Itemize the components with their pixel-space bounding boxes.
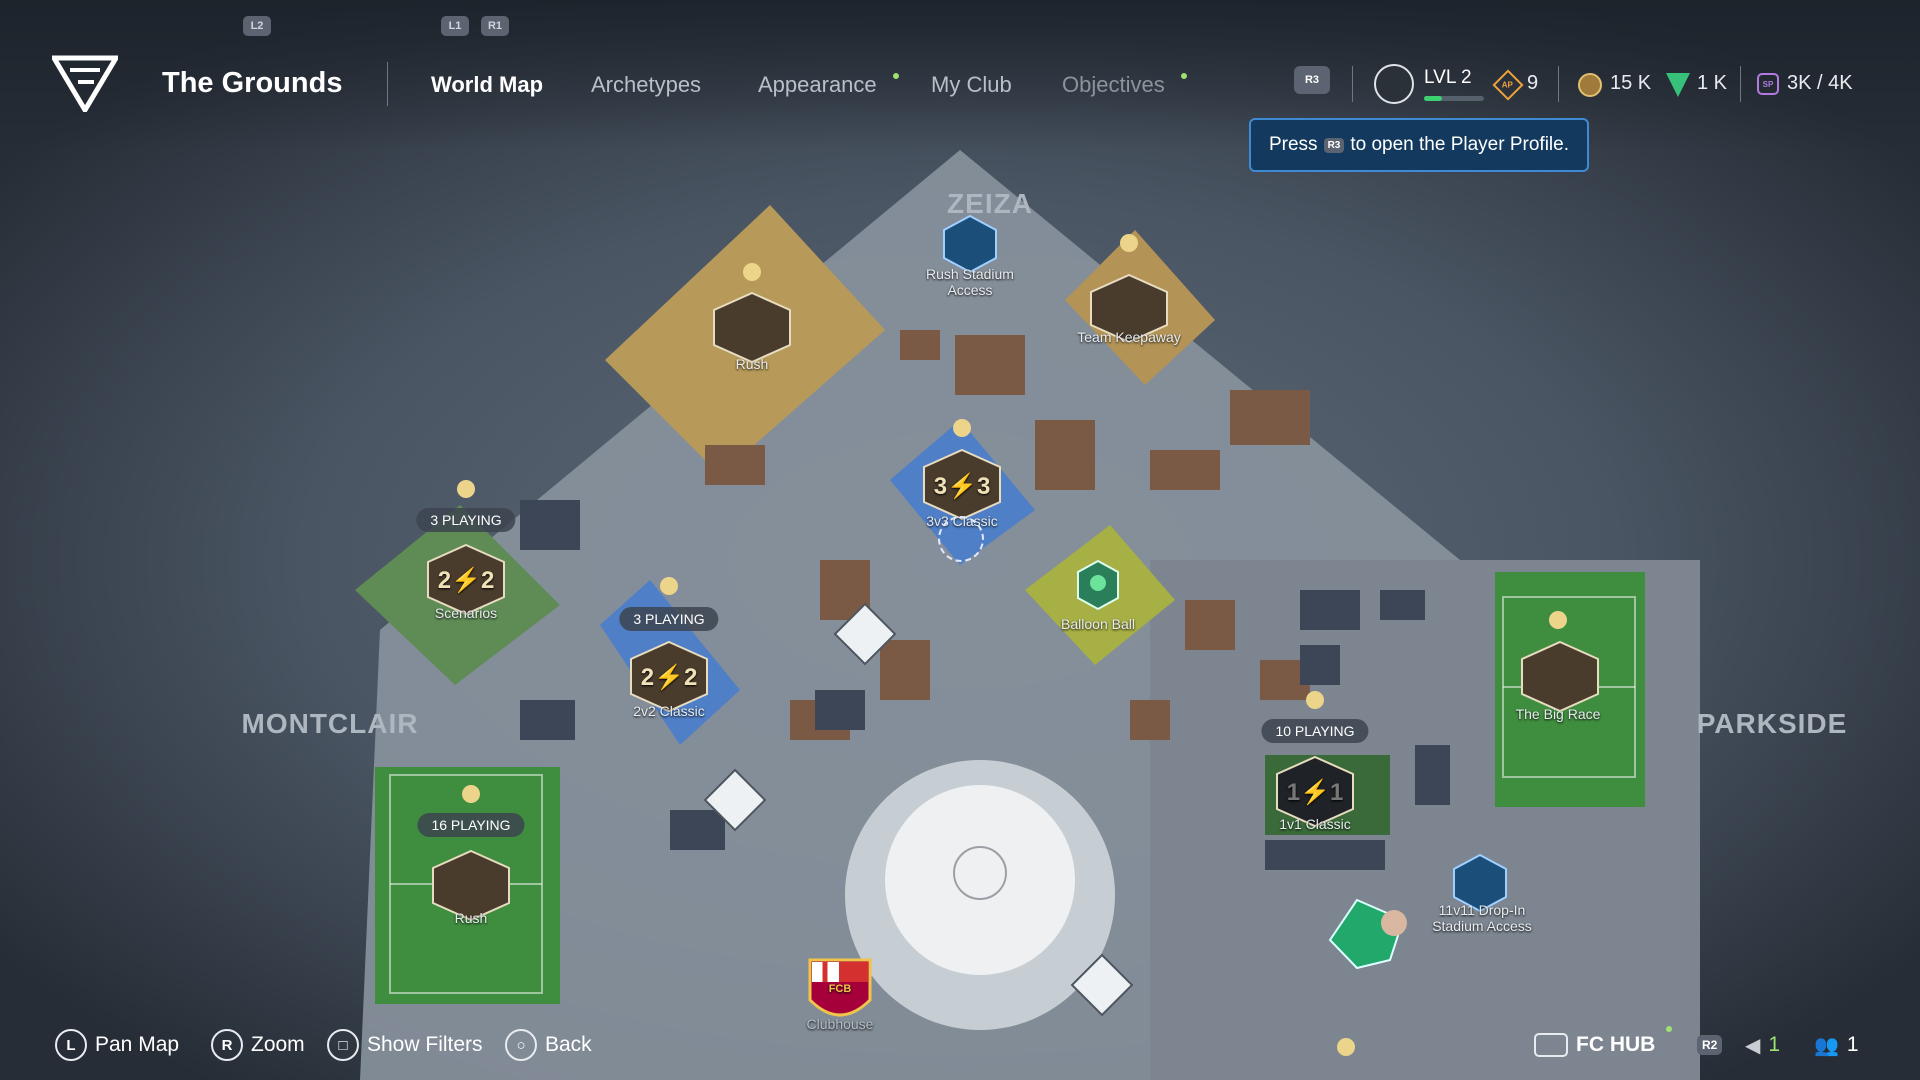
player-level-icon[interactable] (1374, 64, 1414, 104)
clubhouse-crest-text: FCB (828, 983, 852, 995)
tooltip-r3-glyph: R3 (1323, 137, 1345, 153)
pin-scenarios-label: Scenarios (434, 605, 498, 621)
pin-team-keepaway-label: Team Keepaway (1077, 329, 1181, 345)
tab-objectives[interactable]: Objectives (1062, 72, 1165, 98)
one-v-one-playing-count: 10 PLAYING (1261, 719, 1369, 743)
r3-profile-button[interactable]: R3 (1294, 66, 1330, 94)
zoom-label: Zoom (251, 1033, 305, 1056)
back-hint[interactable]: ○ Back (505, 1027, 592, 1063)
pin-team-keepaway[interactable]: Team Keepaway (1077, 329, 1181, 345)
coin-icon (1578, 73, 1602, 97)
coin-value: 15 K (1610, 72, 1652, 94)
r1-label: R1 (487, 20, 503, 32)
tab-world-map[interactable]: World Map (431, 72, 543, 98)
fc-hub-label: FC HUB (1576, 1033, 1656, 1056)
camera-icon (1534, 1033, 1568, 1057)
fc-hub-button[interactable]: FC HUB (1534, 1027, 1655, 1063)
sp-icon-label: SP (1762, 79, 1774, 89)
voice-chat-status[interactable]: ◀ 1 (1745, 1027, 1780, 1063)
tooltip-suffix: to open the Player Profile. (1350, 134, 1569, 155)
sp-icon: SP (1757, 73, 1779, 95)
pin-rush-bottom[interactable]: Rush (455, 910, 488, 926)
r2-button[interactable]: R2 (1697, 1027, 1723, 1063)
pin-clubhouse-label: Clubhouse (806, 1016, 874, 1032)
stats-divider-2 (1558, 66, 1559, 102)
pin-balloon-ball[interactable]: Balloon Ball (1061, 616, 1135, 632)
pin-11v11-drop-in[interactable]: 11v11 Drop-In Stadium Access (1417, 902, 1547, 934)
pin-scenarios-icon-text: 2⚡2 (437, 567, 495, 594)
pin-rush-stadium-access[interactable]: Rush Stadium Access (915, 266, 1025, 298)
tooltip-prefix: Press (1268, 134, 1318, 155)
pin-clubhouse[interactable]: Clubhouse (807, 1016, 874, 1032)
voice-count: 1 (1768, 1033, 1781, 1056)
ap-value: 9 (1527, 72, 1539, 94)
pan-map-hint[interactable]: L Pan Map (55, 1027, 179, 1063)
region-zeiza: ZEIZA (947, 188, 1033, 219)
objectives-new-dot (1181, 73, 1187, 79)
page-title: The Grounds (162, 67, 343, 99)
right-stick-icon: R (211, 1029, 243, 1061)
r3-label: R3 (1304, 74, 1320, 86)
pin-rush-stadium-access-label: Rush Stadium Access (926, 266, 1014, 298)
stats-divider-1 (1352, 66, 1353, 102)
pin-big-race[interactable]: The Big Race (1516, 706, 1601, 722)
app-logo (49, 54, 121, 115)
r2-label: R2 (1697, 1035, 1723, 1055)
pin-11v11-drop-in-label: 11v11 Drop-In Stadium Access (1432, 902, 1532, 934)
stats-divider-3 (1740, 66, 1741, 102)
player-location-marker (1340, 895, 1400, 965)
pin-2v2-icon-text: 2⚡2 (640, 664, 698, 691)
level-progress-fill (1424, 96, 1442, 101)
pin-balloon-ball-label: Balloon Ball (1061, 616, 1135, 632)
map-cursor (938, 516, 984, 562)
fc-hub-new-dot (1666, 1026, 1672, 1032)
show-filters-hint[interactable]: □ Show Filters (327, 1027, 483, 1063)
pin-2v2-classic[interactable]: 2v2 Classic (633, 703, 705, 719)
pin-1v1-classic-label: 1v1 Classic (1279, 816, 1351, 832)
party-count: 1 (1846, 1033, 1859, 1056)
tab-my-club[interactable]: My Club (931, 72, 1012, 98)
square-button-icon: □ (327, 1029, 359, 1061)
show-filters-label: Show Filters (367, 1033, 483, 1056)
level-progress-bar (1424, 96, 1484, 101)
pin-1v1-icon-text: 1⚡1 (1286, 779, 1344, 806)
points-value: 1 K (1697, 72, 1728, 94)
region-montclair: MONTCLAIR (241, 708, 419, 739)
pin-rush-bottom-label: Rush (454, 910, 488, 926)
two-v-two-playing-count: 3 PLAYING (619, 607, 719, 631)
pin-3v3-icon-text: 3⚡3 (933, 473, 991, 500)
appearance-new-dot (893, 73, 899, 79)
pin-rush-top-label: Rush (735, 356, 769, 372)
region-parkside: PARKSIDE (1696, 708, 1848, 739)
tab-archetypes[interactable]: Archetypes (591, 72, 701, 98)
player-profile-tooltip: Press R3 to open the Player Profile. (1249, 118, 1589, 172)
circle-button-icon: ○ (505, 1029, 537, 1061)
ap-icon-label: AP (1502, 80, 1514, 90)
pin-2v2-classic-label: 2v2 Classic (633, 703, 705, 719)
party-icon: 👥 (1814, 1034, 1839, 1057)
top-button-r1[interactable]: R1 (481, 16, 509, 36)
rush-bottom-playing-count: 16 PLAYING (417, 813, 525, 837)
pan-map-label: Pan Map (95, 1033, 180, 1056)
scenarios-playing-count: 3 PLAYING (416, 508, 516, 532)
sp-value: 3K / 4K (1787, 72, 1853, 94)
header-divider (387, 62, 388, 106)
tab-appearance[interactable]: Appearance (758, 72, 877, 98)
zoom-hint[interactable]: R Zoom (211, 1027, 305, 1063)
l2-label: L2 (250, 20, 264, 32)
top-button-l1[interactable]: L1 (441, 16, 469, 36)
pin-big-race-label: The Big Race (1515, 706, 1601, 722)
back-label: Back (545, 1033, 592, 1056)
party-status[interactable]: 👥 1 (1814, 1027, 1859, 1063)
player-level-text: LVL 2 (1424, 67, 1472, 88)
pin-scenarios[interactable]: Scenarios (435, 605, 497, 621)
left-stick-icon: L (55, 1029, 87, 1061)
l1-label: L1 (448, 20, 462, 32)
points-icon (1666, 73, 1690, 97)
pin-rush-top[interactable]: Rush (736, 356, 769, 372)
top-button-l2[interactable]: L2 (243, 16, 271, 36)
speaker-icon: ◀ (1745, 1034, 1761, 1057)
pin-1v1-classic[interactable]: 1v1 Classic (1279, 816, 1351, 832)
